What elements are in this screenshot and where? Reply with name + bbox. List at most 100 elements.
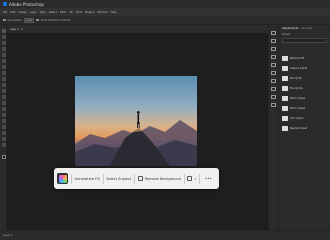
- preset-thumbnail: [282, 86, 288, 91]
- panel-tab-row: Adjustments Libraries: [279, 25, 330, 32]
- transform-controls-checkbox[interactable]: [36, 18, 39, 22]
- brush-panel-icon[interactable]: [271, 55, 276, 59]
- list-item[interactable]: Moody Sky: [282, 85, 329, 92]
- color-panel-icon[interactable]: [271, 39, 276, 43]
- properties-panel-icon[interactable]: [271, 79, 276, 83]
- close-tab-icon[interactable]: ×: [21, 28, 23, 31]
- menu-select[interactable]: Select: [49, 11, 57, 14]
- menu-layer[interactable]: Layer: [30, 11, 37, 14]
- document-image[interactable]: [75, 76, 197, 166]
- contextual-task-bar: Generative Fill Select Subject Remove Ba…: [54, 168, 219, 189]
- list-item[interactable]: Warm Adjust: [282, 95, 329, 102]
- crop-tool-icon[interactable]: [1, 53, 6, 57]
- layers-icon: [187, 176, 193, 181]
- person-icon: [137, 176, 143, 181]
- menu-file[interactable]: File: [3, 11, 7, 14]
- layers-panel-icon[interactable]: [271, 87, 276, 91]
- path-select-tool-icon[interactable]: [1, 125, 6, 129]
- preset-thumbnail: [282, 76, 288, 81]
- gradient-tool-icon[interactable]: [1, 95, 6, 99]
- select-tool-icon[interactable]: [1, 47, 6, 51]
- taskbar-divider: [183, 173, 185, 184]
- history-brush-icon[interactable]: [1, 83, 6, 87]
- document-tab-label: Layer 1: [10, 27, 19, 31]
- marquee-tool-icon[interactable]: [1, 35, 6, 39]
- menu-plugins[interactable]: Plugins: [85, 11, 94, 14]
- panel-dock: [268, 25, 278, 230]
- menu-edit[interactable]: Edit: [10, 11, 15, 14]
- menu-type[interactable]: Type: [40, 11, 46, 14]
- transform-controls-label: Show Transform Controls: [40, 18, 71, 22]
- history-panel-icon[interactable]: [271, 31, 276, 35]
- list-item[interactable]: Moody BS: [282, 75, 329, 82]
- move-tool-icon[interactable]: [1, 29, 6, 33]
- variations-button[interactable]: 1: [187, 176, 196, 181]
- title-bar: Adobe Photoshop: [0, 0, 330, 8]
- foreground-color-swatch[interactable]: [1, 155, 6, 159]
- menu-bar: File Edit Image Layer Type Select Filter…: [0, 8, 330, 16]
- preset-thumbnail: [282, 106, 288, 111]
- auto-select-dropdown[interactable]: Layer: [24, 17, 35, 23]
- menu-3d[interactable]: 3D: [69, 11, 73, 14]
- list-item-label: Warm Adjust: [290, 97, 306, 100]
- pen-tool-icon[interactable]: [1, 113, 6, 117]
- preset-thumbnail: [282, 56, 288, 61]
- variations-count: 1: [194, 176, 197, 181]
- eraser-tool-icon[interactable]: [1, 89, 6, 93]
- list-item[interactable]: Subject Adjust: [282, 65, 329, 72]
- app-title: Adobe Photoshop: [9, 1, 44, 7]
- tools-panel: [0, 25, 7, 230]
- status-bar: Layer 1: [0, 230, 330, 240]
- generative-fill-icon[interactable]: [57, 173, 68, 184]
- list-item-label: Neutral Adjust: [290, 127, 308, 130]
- list-item-label: Moody Sky: [290, 87, 303, 90]
- preset-thumbnail: [282, 116, 288, 121]
- paragraph-panel-icon[interactable]: [271, 71, 276, 75]
- zoom-tool-icon[interactable]: [1, 143, 6, 147]
- healing-tool-icon[interactable]: [1, 65, 6, 69]
- type-tool-icon[interactable]: [1, 119, 6, 123]
- auto-select-label: Auto-Select:: [7, 18, 23, 22]
- lasso-tool-icon[interactable]: [1, 41, 6, 45]
- paths-panel-icon[interactable]: [271, 103, 276, 107]
- panel-search-input[interactable]: [282, 38, 327, 43]
- document-tab-bar: Layer 1 ×: [7, 25, 268, 33]
- swatches-panel-icon[interactable]: [271, 47, 276, 51]
- list-item-label: Warm Adjust: [290, 107, 306, 110]
- taskbar-divider: [71, 173, 72, 184]
- eyedropper-tool-icon[interactable]: [1, 59, 6, 63]
- shape-tool-icon[interactable]: [1, 131, 6, 135]
- hand-tool-icon[interactable]: [1, 137, 6, 141]
- menu-image[interactable]: Image: [18, 11, 26, 14]
- list-item-label: Subject Adjust: [290, 67, 308, 70]
- remove-background-button[interactable]: Remove Background: [137, 176, 181, 181]
- menu-filter[interactable]: Filter: [60, 11, 66, 14]
- auto-select-checkbox[interactable]: [3, 18, 6, 22]
- blur-tool-icon[interactable]: [1, 101, 6, 105]
- list-item[interactable]: Warm Adjust: [282, 105, 329, 112]
- tab-adjustments[interactable]: Adjustments: [282, 27, 298, 30]
- dodge-tool-icon[interactable]: [1, 107, 6, 111]
- list-item-label: Blackout SE: [290, 57, 305, 60]
- stamp-tool-icon[interactable]: [1, 77, 6, 81]
- options-bar: Auto-Select: Layer Show Transform Contro…: [0, 16, 330, 25]
- landscape-illustration: [75, 111, 197, 166]
- taskbar-divider: [102, 173, 104, 184]
- panel-subtitle: Presets: [282, 33, 291, 36]
- generative-fill-button[interactable]: Generative Fill: [75, 177, 100, 181]
- menu-view[interactable]: View: [76, 11, 82, 14]
- menu-window[interactable]: Window: [97, 11, 107, 14]
- document-tab[interactable]: Layer 1 ×: [10, 28, 23, 31]
- more-options-button[interactable]: •••: [205, 176, 212, 181]
- select-subject-button[interactable]: Select Subject: [106, 177, 131, 181]
- tab-libraries[interactable]: Libraries: [301, 27, 312, 30]
- taskbar-divider: [134, 173, 135, 184]
- channels-panel-icon[interactable]: [271, 95, 276, 99]
- list-item[interactable]: Neutral Adjust: [282, 125, 329, 132]
- menu-help[interactable]: Help: [111, 11, 117, 14]
- list-item-label: Moody BS: [290, 77, 302, 80]
- list-item[interactable]: Blackout SE: [282, 55, 329, 62]
- brush-tool-icon[interactable]: [1, 71, 6, 75]
- list-item[interactable]: Cool Adjust: [282, 115, 329, 122]
- character-panel-icon[interactable]: [271, 63, 276, 67]
